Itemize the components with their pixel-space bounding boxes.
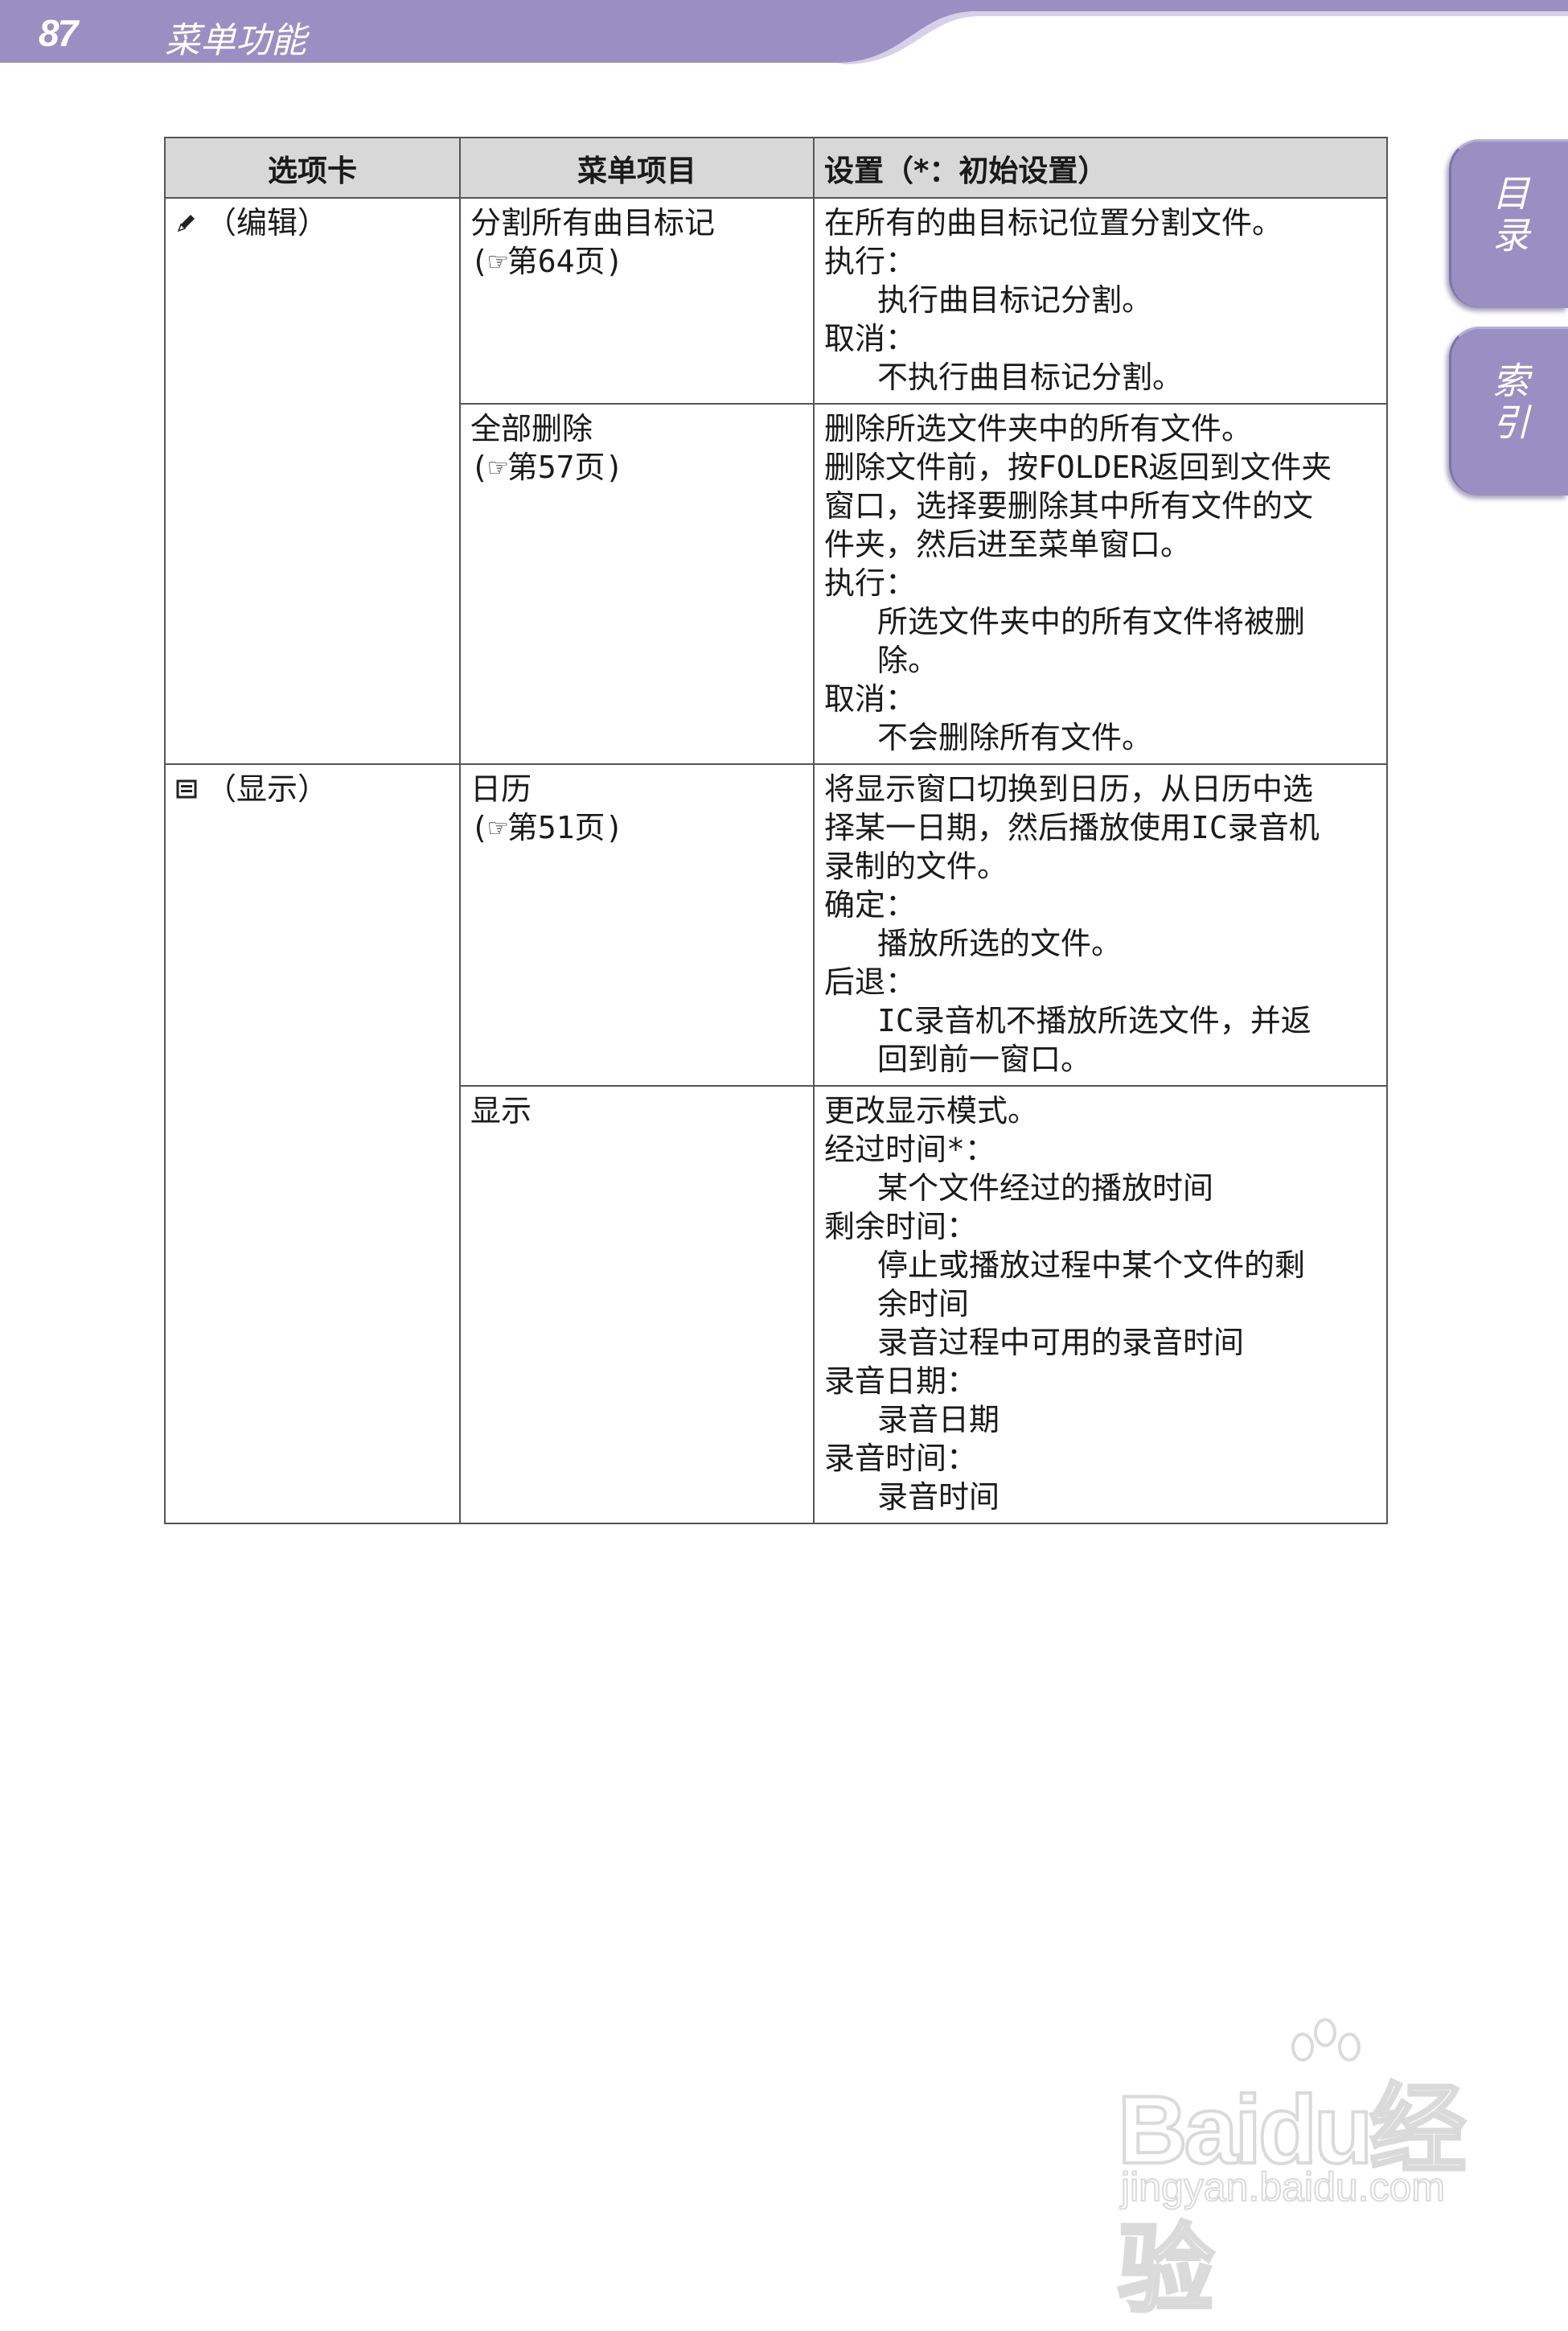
index-tab[interactable]: 索引 xyxy=(1449,327,1568,495)
menu-item-cell: 日历 (☞第51页) xyxy=(459,763,815,1087)
settings-line: 播放所选的文件。 xyxy=(877,926,1123,961)
settings-line: IC录音机不播放所选文件，并返 xyxy=(877,1003,1311,1038)
settings-cell: 删除所选文件夹中的所有文件。 删除文件前，按FOLDER返回到文件夹 窗口，选择… xyxy=(813,403,1388,765)
header-settings: 设置（*：初始设置） xyxy=(813,137,1388,199)
settings-line: 除。 xyxy=(877,643,939,678)
pencil-icon xyxy=(177,215,195,232)
settings-line: 经过时间*： xyxy=(824,1132,995,1167)
index-tab-label: 索引 xyxy=(1487,361,1530,445)
menu-item-cell: 分割所有曲目标记 (☞第64页) xyxy=(459,197,815,405)
menu-function-table: 选项卡 菜单项目 设置（*：初始设置） （编辑） 分割所有曲目标记 (☞第64页… xyxy=(164,137,1388,1524)
page-header: 87 菜单功能 xyxy=(0,0,1568,64)
settings-line: 录音时间： xyxy=(824,1441,978,1476)
settings-line: 执行： xyxy=(824,565,917,601)
settings-line: 确定： xyxy=(824,887,917,923)
table-header-row: 选项卡 菜单项目 设置（*：初始设置） xyxy=(164,137,1388,199)
settings-line: 剩余时间： xyxy=(824,1209,978,1244)
settings-line: 不会删除所有文件。 xyxy=(877,720,1153,755)
menu-item-name: 显示 xyxy=(470,1093,532,1128)
settings-line: 余时间 xyxy=(877,1286,970,1322)
settings-line: 所选文件夹中的所有文件将被删 xyxy=(877,604,1306,639)
watermark-url: jingyan.baidu.com xyxy=(1120,2164,1446,2210)
settings-line: 录音日期 xyxy=(877,1402,1000,1437)
settings-line: 执行： xyxy=(824,244,917,279)
section-title: 菜单功能 xyxy=(165,20,306,61)
settings-line: 取消： xyxy=(824,681,917,717)
settings-line: 更改显示模式。 xyxy=(824,1093,1039,1128)
settings-line: 择某一日期，然后播放使用IC录音机 xyxy=(824,810,1320,845)
display-icon xyxy=(176,779,197,799)
menu-item-name: 全部删除 xyxy=(470,411,593,446)
settings-cell: 将显示窗口切换到日历，从日历中选 择某一日期，然后播放使用IC录音机 录制的文件… xyxy=(813,763,1388,1087)
menu-item-cell: 全部删除 (☞第57页) xyxy=(459,403,815,765)
tab-label-edit: （编辑） xyxy=(206,205,329,240)
settings-line: 在所有的曲目标记位置分割文件。 xyxy=(824,205,1283,240)
tab-label-display: （显示） xyxy=(206,771,329,807)
page-reference[interactable]: (☞第51页) xyxy=(470,808,803,847)
settings-line: 录音时间 xyxy=(877,1479,1000,1515)
menu-item-cell: 显示 xyxy=(459,1085,815,1524)
settings-line: 删除文件前，按FOLDER返回到文件夹 xyxy=(824,450,1332,485)
tab-cell-display: （显示） xyxy=(164,763,461,1524)
settings-line: 后退： xyxy=(824,964,917,1000)
settings-line: 删除所选文件夹中的所有文件。 xyxy=(824,411,1253,446)
table-row: （显示） 日历 (☞第51页) 将显示窗口切换到日历，从日历中选 择某一日期，然… xyxy=(164,763,1388,1524)
settings-line: 取消： xyxy=(824,321,917,356)
settings-line: 某个文件经过的播放时间 xyxy=(877,1170,1214,1206)
settings-line: 停止或播放过程中某个文件的剩 xyxy=(877,1248,1306,1283)
settings-line: 将显示窗口切换到日历，从日历中选 xyxy=(824,771,1314,807)
settings-cell: 在所有的曲目标记位置分割文件。 执行： 执行曲目标记分割。 取消： 不执行曲目标… xyxy=(813,197,1388,405)
settings-line: 执行曲目标记分割。 xyxy=(877,282,1153,318)
settings-cell: 更改显示模式。 经过时间*： 某个文件经过的播放时间 剩余时间： 停止或播放过程… xyxy=(813,1085,1388,1524)
baidu-watermark: Baidu经验 jingyan.baidu.com xyxy=(1110,2015,1496,2325)
settings-line: 件夹，然后进至菜单窗口。 xyxy=(824,527,1192,562)
toc-tab-label: 目录 xyxy=(1487,174,1530,257)
settings-line: 回到前一窗口。 xyxy=(877,1042,1092,1077)
page-reference[interactable]: (☞第57页) xyxy=(470,448,803,487)
menu-item-name: 分割所有曲目标记 xyxy=(470,205,716,240)
toc-tab[interactable]: 目录 xyxy=(1449,139,1568,308)
settings-line: 录音日期： xyxy=(824,1363,978,1399)
page-number: 87 xyxy=(39,12,78,54)
settings-line: 录音过程中可用的录音时间 xyxy=(877,1325,1245,1360)
header-tab: 选项卡 xyxy=(164,137,461,199)
settings-line: 不执行曲目标记分割。 xyxy=(877,360,1184,395)
header-menu-item: 菜单项目 xyxy=(459,137,815,199)
settings-line: 窗口，选择要删除其中所有文件的文 xyxy=(824,488,1314,524)
tab-cell-edit: （编辑） xyxy=(164,197,461,765)
table-row: （编辑） 分割所有曲目标记 (☞第64页) 在所有的曲目标记位置分割文件。 执行… xyxy=(164,197,1388,765)
menu-item-name: 日历 xyxy=(470,771,532,807)
page-reference[interactable]: (☞第64页) xyxy=(470,242,803,281)
settings-line: 录制的文件。 xyxy=(824,849,1008,884)
